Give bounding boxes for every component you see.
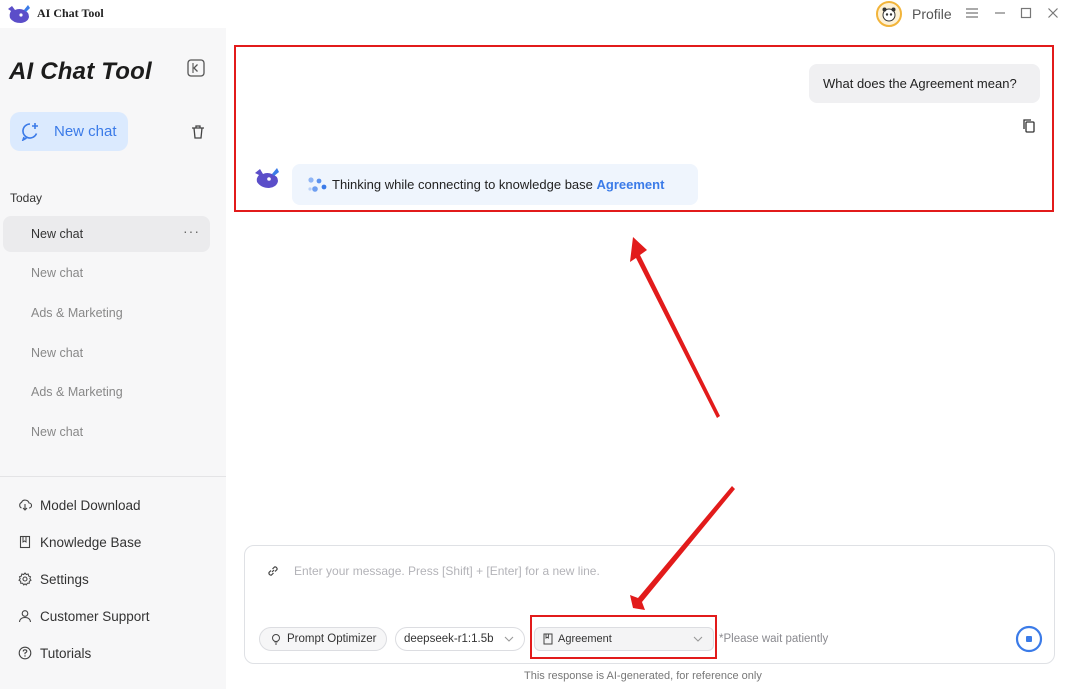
menu-icon[interactable] xyxy=(962,3,982,23)
history-item[interactable]: Ads & Marketing xyxy=(3,374,210,410)
ai-disclaimer: This response is AI-generated, for refer… xyxy=(524,670,762,682)
model-select-value: deepseek-r1:1.5b xyxy=(404,633,494,645)
cloud-download-icon xyxy=(18,498,32,512)
sidebar-divider xyxy=(0,476,226,477)
link-icon[interactable] xyxy=(266,564,280,578)
stop-generation-button[interactable] xyxy=(1015,625,1043,653)
sidebar: AI Chat Tool New chat Today New chat ···… xyxy=(0,28,226,689)
profile-button[interactable]: Profile xyxy=(876,0,952,28)
prompt-optimizer-button[interactable]: Prompt Optimizer xyxy=(259,627,387,651)
nav-settings[interactable]: Settings xyxy=(18,568,89,590)
avatar xyxy=(876,1,902,27)
new-chat-label: New chat xyxy=(54,123,117,140)
lightbulb-icon xyxy=(272,634,280,645)
history-item-label: New chat xyxy=(31,227,84,241)
history-item-label: Ads & Marketing xyxy=(31,385,123,399)
nav-label: Settings xyxy=(40,571,89,587)
nav-model-download[interactable]: Model Download xyxy=(18,494,141,516)
app-title: AI Chat Tool xyxy=(37,6,104,20)
annotation-box-response xyxy=(234,45,1054,212)
sidebar-brand: AI Chat Tool xyxy=(9,58,152,85)
more-options-icon[interactable]: ··· xyxy=(183,223,200,239)
history-item[interactable]: New chat xyxy=(3,335,210,371)
title-bar: AI Chat Tool Profile xyxy=(0,0,1066,28)
history-item-label: New chat xyxy=(31,346,84,360)
nav-label: Tutorials xyxy=(40,645,92,661)
book-icon xyxy=(18,535,32,549)
profile-label: Profile xyxy=(912,6,952,22)
model-select[interactable]: deepseek-r1:1.5b xyxy=(395,627,525,651)
chat-area: What does the Agreement mean? Thinking w… xyxy=(226,28,1066,689)
trash-icon[interactable] xyxy=(190,124,206,140)
section-label-today: Today xyxy=(10,191,43,205)
panda-icon xyxy=(882,7,896,22)
nav-knowledge-base[interactable]: Knowledge Base xyxy=(18,531,141,553)
whale-logo-icon xyxy=(8,5,30,23)
chevron-down-icon xyxy=(504,636,514,642)
annotation-box-knowledge-base xyxy=(530,615,717,659)
history-item-label: Ads & Marketing xyxy=(31,306,123,320)
help-circle-icon xyxy=(18,646,32,660)
person-icon xyxy=(18,609,32,623)
history-item[interactable]: New chat xyxy=(3,414,210,450)
history-item[interactable]: Ads & Marketing xyxy=(3,295,210,331)
history-item-label: New chat xyxy=(31,266,84,280)
nav-label: Model Download xyxy=(40,497,141,513)
nav-tutorials[interactable]: Tutorials xyxy=(18,642,91,664)
nav-customer-support[interactable]: Customer Support xyxy=(18,605,150,627)
wait-note: *Please wait patiently xyxy=(719,633,829,645)
app-window: AI Chat Tool Profile AI Chat Tool New ch… xyxy=(0,0,1066,689)
nav-label: Customer Support xyxy=(40,608,150,624)
prompt-optimizer-label: Prompt Optimizer xyxy=(287,633,377,645)
history-item[interactable]: New chat xyxy=(3,255,210,291)
gear-icon xyxy=(18,572,32,586)
message-input[interactable]: Enter your message. Press [Shift] + [Ent… xyxy=(294,564,600,578)
new-chat-button[interactable]: New chat xyxy=(10,112,128,151)
history-item[interactable]: New chat ··· xyxy=(3,216,210,252)
history-item-label: New chat xyxy=(31,425,84,439)
new-chat-icon xyxy=(21,123,38,141)
collapse-sidebar-icon[interactable] xyxy=(186,58,206,78)
maximize-icon[interactable] xyxy=(1016,3,1036,23)
close-icon[interactable] xyxy=(1043,3,1063,23)
nav-label: Knowledge Base xyxy=(40,534,142,550)
minimize-icon[interactable] xyxy=(990,3,1010,23)
